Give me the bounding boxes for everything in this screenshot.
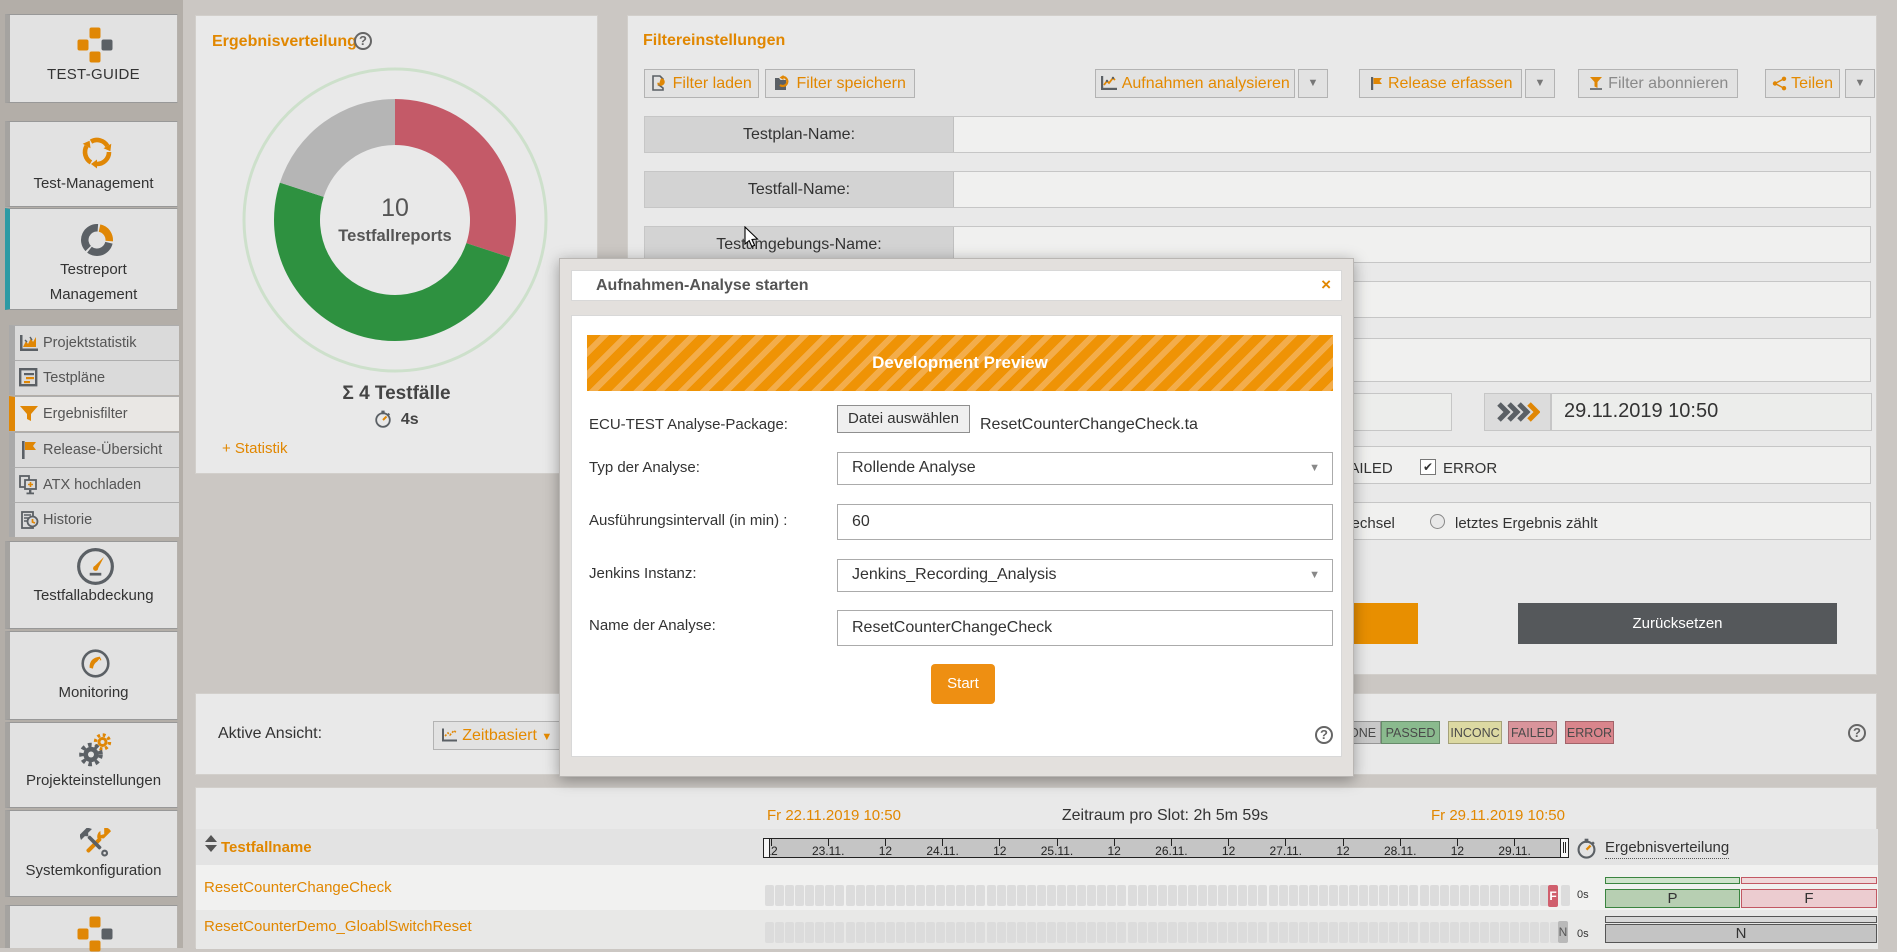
svg-text:Testfallreports: Testfallreports [338, 227, 451, 245]
svg-text:10: 10 [381, 194, 409, 222]
